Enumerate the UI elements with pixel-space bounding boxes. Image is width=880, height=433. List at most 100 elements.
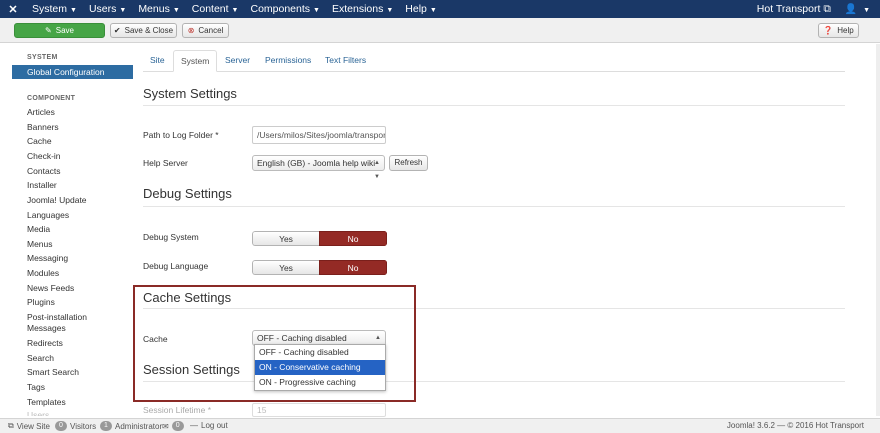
debug-language-toggle: Yes No	[252, 260, 387, 275]
page-scrollbar[interactable]	[876, 44, 880, 416]
mail-icon: ✉	[162, 421, 169, 431]
sidebar-item-post-installation-messages[interactable]: Messages	[27, 323, 66, 333]
debug-settings-heading: Debug Settings	[143, 186, 232, 201]
help-button[interactable]: ❓ Help	[818, 23, 859, 38]
external-link-icon: ⧉	[823, 2, 831, 15]
tab-server[interactable]: Server	[225, 50, 250, 72]
menu-menus[interactable]: Menus ▼	[132, 0, 185, 18]
cache-option-conservative[interactable]: ON - Conservative caching	[255, 360, 385, 375]
menu-content[interactable]: Content ▼	[186, 0, 245, 18]
menu-components[interactable]: Components ▼	[244, 0, 325, 18]
main-menu: System ▼ Users ▼ Menus ▼ Content ▼ Component…	[26, 0, 443, 18]
toolbar: ✎ Save ✔ Save & Close ⊗ Cancel ❓ Help	[0, 18, 880, 43]
sidebar-item-menus[interactable]: Menus	[27, 239, 53, 249]
sidebar: SYSTEM Global Configuration COMPONENT Ar…	[0, 44, 138, 416]
messages-count-badge: 0	[171, 421, 184, 431]
select-arrows-icon: ▲ ▼	[374, 160, 380, 180]
session-lifetime-input[interactable]: 15	[252, 403, 386, 417]
sidebar-item-post-installation[interactable]: Post-installation	[27, 312, 87, 322]
debug-system-no[interactable]: No	[319, 231, 387, 246]
check-icon: ✔	[113, 26, 121, 35]
sidebar-item-messaging[interactable]: Messaging	[27, 253, 68, 263]
sidebar-item-languages[interactable]: Languages	[27, 210, 69, 220]
sidebar-item-plugins[interactable]: Plugins	[27, 297, 55, 307]
messages-status[interactable]: ✉ 0	[162, 421, 184, 431]
caret-down-icon: ▼	[231, 7, 239, 14]
sidebar-item-installer[interactable]: Installer	[27, 180, 57, 190]
user-icon: 👤	[844, 3, 858, 15]
sidebar-item-global-configuration[interactable]: Global Configuration	[12, 65, 133, 79]
menu-extensions[interactable]: Extensions ▼	[326, 0, 399, 18]
debug-system-label: Debug System	[143, 232, 199, 242]
sidebar-item-cache[interactable]: Cache	[27, 136, 52, 146]
config-tabs: Site System Server Permissions Text Filt…	[143, 50, 845, 72]
question-icon: ❓	[823, 26, 834, 35]
log-folder-label: Path to Log Folder *	[143, 130, 219, 140]
status-bar: ⧉ View Site 0 Visitors 1 Administrator ✉ 0 —…	[0, 418, 880, 433]
sidebar-item-joomla-update[interactable]: Joomla! Update	[27, 195, 87, 205]
visitors-count-badge: 0	[55, 421, 67, 431]
caret-down-icon: ▼	[119, 7, 127, 14]
visitors-status[interactable]: 0 Visitors	[55, 421, 96, 431]
user-menu-button[interactable]: 👤 ▼	[837, 4, 880, 15]
sidebar-item-modules[interactable]: Modules	[27, 268, 59, 278]
save-button[interactable]: ✎ Save	[14, 23, 105, 38]
section-divider	[143, 206, 845, 207]
cancel-icon: ⊗	[187, 26, 195, 35]
sidebar-item-templates[interactable]: Templates	[27, 397, 66, 407]
edit-icon: ✎	[45, 26, 52, 35]
view-site-link[interactable]: ⧉ View Site	[8, 421, 50, 431]
top-navbar: ✕ System ▼ Users ▼ Menus ▼ Content ▼ Compone…	[0, 0, 880, 18]
footer-version: Joomla! 3.6.2 — © 2016 Hot Transport	[726, 421, 864, 430]
sidebar-item-media[interactable]: Media	[27, 224, 50, 234]
tab-system[interactable]: System	[173, 50, 218, 72]
save-close-button[interactable]: ✔ Save & Close	[110, 23, 177, 38]
cancel-button[interactable]: ⊗ Cancel	[182, 23, 229, 38]
caret-down-icon: ▼	[386, 7, 394, 14]
administrator-status[interactable]: 1 Administrator	[100, 421, 162, 431]
admin-count-badge: 1	[100, 421, 112, 431]
sidebar-item-tags[interactable]: Tags	[27, 382, 45, 392]
sidebar-item-articles[interactable]: Articles	[27, 107, 55, 117]
caret-down-icon: ▼	[313, 7, 320, 14]
refresh-button[interactable]: Refresh	[389, 155, 428, 171]
sidebar-item-smart-search[interactable]: Smart Search	[27, 367, 79, 377]
minus-icon: —	[190, 421, 198, 430]
sidebar-item-search[interactable]: Search	[27, 353, 54, 363]
tab-text-filters[interactable]: Text Filters	[325, 50, 366, 72]
menu-system[interactable]: System ▼	[26, 0, 83, 18]
caret-down-icon: ▼	[863, 6, 870, 14]
help-server-label: Help Server	[143, 158, 188, 168]
caret-down-icon: ▼	[172, 7, 180, 14]
tab-site[interactable]: Site	[150, 50, 165, 72]
cache-dropdown-list: OFF - Caching disabled ON - Conservative…	[254, 344, 386, 391]
help-server-select[interactable]: English (GB) - Joomla help wiki ▲ ▼	[252, 155, 385, 180]
sidebar-item-users[interactable]: Users	[27, 410, 49, 416]
debug-language-label: Debug Language	[143, 261, 209, 271]
tab-permissions[interactable]: Permissions	[265, 50, 311, 72]
sidebar-item-news-feeds[interactable]: News Feeds	[27, 283, 74, 293]
debug-system-toggle: Yes No	[252, 231, 387, 246]
logout-link[interactable]: — Log out	[190, 421, 228, 430]
menu-help[interactable]: Help ▼	[399, 0, 443, 18]
sidebar-item-contacts[interactable]: Contacts	[27, 166, 61, 176]
sidebar-item-redirects[interactable]: Redirects	[27, 338, 63, 348]
joomla-logo-icon[interactable]: ✕	[0, 0, 26, 18]
debug-system-yes[interactable]: Yes	[252, 231, 319, 246]
log-folder-input[interactable]: /Users/milos/Sites/joomla/transport	[252, 126, 386, 144]
cache-option-progressive[interactable]: ON - Progressive caching	[255, 375, 385, 390]
menu-users[interactable]: Users ▼	[83, 0, 132, 18]
external-link-icon: ⧉	[8, 421, 14, 430]
site-link[interactable]: Hot Transport ⧉	[751, 3, 837, 16]
debug-language-no[interactable]: No	[319, 260, 387, 275]
system-settings-heading: System Settings	[143, 86, 237, 101]
sidebar-item-check-in[interactable]: Check-in	[27, 151, 61, 161]
section-divider	[143, 105, 845, 106]
session-lifetime-label: Session Lifetime *	[143, 405, 212, 415]
caret-down-icon: ▼	[70, 7, 77, 14]
caret-down-icon: ▼	[429, 7, 437, 14]
debug-language-yes[interactable]: Yes	[252, 260, 319, 275]
sidebar-heading-component: COMPONENT	[27, 95, 76, 102]
cache-option-off[interactable]: OFF - Caching disabled	[255, 345, 385, 360]
sidebar-item-banners[interactable]: Banners	[27, 122, 59, 132]
